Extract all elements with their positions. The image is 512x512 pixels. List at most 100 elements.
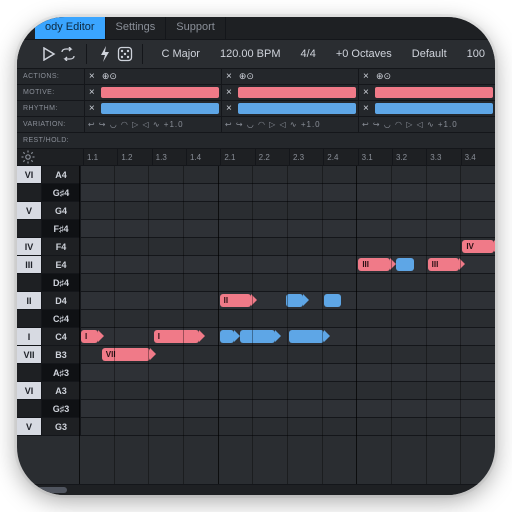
piano-key-cell[interactable]: C♯4 — [42, 310, 81, 327]
midi-note[interactable]: III — [358, 258, 389, 271]
piano-row[interactable]: IID4II — [17, 292, 495, 310]
segment-controls[interactable]: ⊕⊙ — [236, 71, 257, 82]
bolt-button[interactable] — [95, 44, 115, 64]
midi-note[interactable]: III — [428, 258, 459, 271]
motive-strip[interactable] — [101, 87, 219, 98]
midi-note[interactable]: I — [81, 330, 98, 343]
note-lane[interactable] — [81, 166, 495, 183]
length-field[interactable]: 100 — [457, 48, 495, 60]
rhythm-strip[interactable] — [101, 103, 219, 114]
horizontal-scrollbar[interactable] — [17, 484, 495, 495]
segment-header[interactable]: × — [84, 85, 221, 100]
midi-note[interactable] — [240, 330, 275, 343]
segment-header[interactable]: × — [358, 85, 495, 100]
scale-degree-cell[interactable]: I — [17, 328, 42, 345]
piano-key-cell[interactable]: F♯4 — [42, 220, 81, 237]
midi-note[interactable] — [286, 294, 303, 307]
piano-key-cell[interactable]: A♯3 — [42, 364, 81, 381]
preset-selector[interactable]: Default — [402, 48, 457, 60]
scale-degree-cell[interactable]: II — [17, 292, 42, 309]
piano-key-cell[interactable]: G4 — [42, 202, 81, 219]
note-lane[interactable] — [81, 220, 495, 237]
motive-strip[interactable] — [238, 87, 356, 98]
close-icon[interactable]: × — [359, 87, 373, 98]
gear-icon[interactable] — [21, 150, 35, 164]
tab-support[interactable]: Support — [166, 17, 226, 39]
note-lane[interactable] — [81, 274, 495, 291]
close-icon[interactable]: × — [222, 71, 236, 82]
piano-key-cell[interactable]: C4 — [42, 328, 81, 345]
scale-degree-cell[interactable] — [17, 274, 42, 291]
segment-header[interactable]: × — [358, 101, 495, 116]
octave-field[interactable]: +0 Octaves — [326, 48, 402, 60]
close-icon[interactable]: × — [85, 71, 99, 82]
piano-row[interactable]: IC4II — [17, 328, 495, 346]
scale-degree-cell[interactable]: V — [17, 418, 42, 435]
loop-button[interactable] — [59, 44, 79, 64]
scale-degree-cell[interactable]: VI — [17, 166, 42, 183]
dice-button[interactable] — [115, 44, 135, 64]
segment-header[interactable]: ↩ ↪ ◡ ◠ ▷ ◁ ∿ +1.0 — [221, 117, 358, 132]
tab-melody-editor[interactable]: ody Editor — [35, 17, 106, 39]
segment-header[interactable]: ↩ ↪ ◡ ◠ ▷ ◁ ∿ +1.0 — [358, 117, 495, 132]
close-icon[interactable]: × — [85, 103, 99, 114]
rhythm-strip[interactable] — [375, 103, 493, 114]
note-lane[interactable] — [81, 202, 495, 219]
note-lane[interactable]: IV — [81, 238, 495, 255]
midi-note[interactable]: IV — [462, 240, 493, 253]
piano-row[interactable]: IVF4IV — [17, 238, 495, 256]
variation-controls[interactable]: ↩ ↪ ◡ ◠ ▷ ◁ ∿ +1.0 — [85, 120, 221, 129]
midi-note[interactable] — [396, 258, 413, 271]
piano-roll-grid[interactable]: VIA4G♯4VG4F♯4IVF4IVIIIE4IIIIIID♯4IID4IIC… — [17, 166, 495, 493]
segment-header[interactable]: × — [84, 101, 221, 116]
piano-key-cell[interactable]: D♯4 — [42, 274, 81, 291]
close-icon[interactable]: × — [222, 87, 236, 98]
midi-note[interactable] — [324, 294, 341, 307]
scale-degree-cell[interactable]: VI — [17, 382, 42, 399]
piano-row[interactable]: VG4 — [17, 202, 495, 220]
time-ruler[interactable]: 1.11.21.31.42.12.22.32.43.13.23.33.4 — [17, 149, 495, 166]
scale-degree-cell[interactable]: V — [17, 202, 42, 219]
midi-note[interactable] — [220, 330, 234, 343]
piano-key-cell[interactable]: G♯4 — [42, 184, 81, 201]
note-lane[interactable] — [81, 184, 495, 201]
segment-header[interactable]: × — [221, 85, 358, 100]
piano-row[interactable]: VIA3 — [17, 382, 495, 400]
segment-controls[interactable]: ⊕⊙ — [99, 71, 120, 82]
piano-row[interactable]: G♯3 — [17, 400, 495, 418]
note-lane[interactable] — [81, 400, 495, 417]
note-lane[interactable] — [81, 310, 495, 327]
note-lane[interactable]: II — [81, 292, 495, 309]
piano-key-cell[interactable]: G♯3 — [42, 400, 81, 417]
scale-degree-cell[interactable] — [17, 364, 42, 381]
scale-degree-cell[interactable]: III — [17, 256, 42, 273]
tab-settings[interactable]: Settings — [106, 17, 167, 39]
piano-row[interactable]: C♯4 — [17, 310, 495, 328]
scroll-thumb[interactable] — [23, 487, 67, 493]
bpm-field[interactable]: 120.00 BPM — [210, 48, 291, 60]
piano-row[interactable]: VG3 — [17, 418, 495, 436]
piano-key-cell[interactable]: D4 — [42, 292, 81, 309]
segment-header[interactable]: × — [221, 101, 358, 116]
piano-key-cell[interactable]: B3 — [42, 346, 81, 363]
piano-row[interactable]: F♯4 — [17, 220, 495, 238]
piano-key-cell[interactable]: A4 — [42, 166, 81, 183]
scale-degree-cell[interactable] — [17, 400, 42, 417]
piano-row[interactable]: D♯4 — [17, 274, 495, 292]
scale-degree-cell[interactable] — [17, 310, 42, 327]
close-icon[interactable]: × — [222, 103, 236, 114]
scale-degree-cell[interactable] — [17, 220, 42, 237]
midi-note[interactable]: II — [220, 294, 251, 307]
note-lane[interactable] — [81, 382, 495, 399]
piano-row[interactable]: VIA4 — [17, 166, 495, 184]
note-lane[interactable] — [81, 418, 495, 435]
midi-note[interactable]: VII — [102, 348, 151, 361]
piano-row[interactable]: IIIE4IIIIII — [17, 256, 495, 274]
scale-degree-cell[interactable]: VII — [17, 346, 42, 363]
midi-note[interactable]: I — [154, 330, 199, 343]
segment-header[interactable]: ×⊕⊙ — [358, 69, 495, 84]
play-button[interactable] — [39, 44, 59, 64]
segment-header[interactable]: ×⊕⊙ — [84, 69, 221, 84]
note-lane[interactable] — [81, 364, 495, 381]
motive-strip[interactable] — [375, 87, 493, 98]
